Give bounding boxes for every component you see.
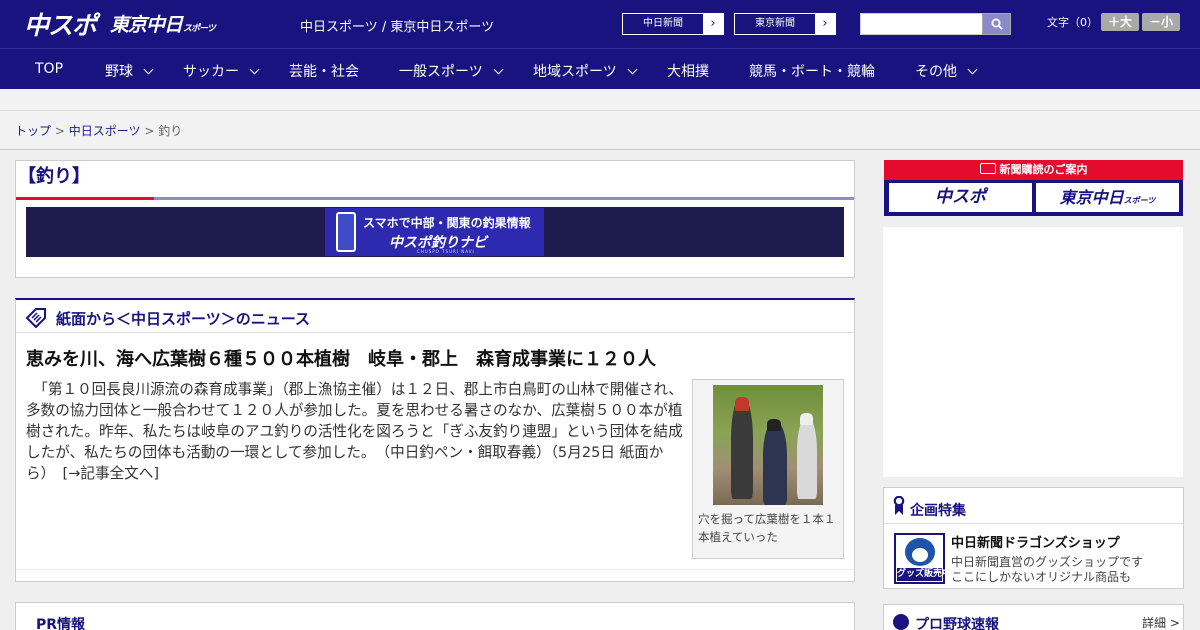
text-size-label: 文字（0） — [1047, 16, 1098, 29]
nav-label: 競馬・ボート・競輪 — [749, 64, 875, 80]
baseball-scores-panel: プロ野球速報 詳細 > — [883, 604, 1184, 630]
subscription-header: 新聞購読のご案内 — [884, 160, 1183, 180]
page-title: 【釣り】 — [18, 166, 90, 187]
baseball-icon — [893, 614, 909, 630]
dragons-shop-thumbnail[interactable]: グッズ販売中 — [894, 533, 952, 584]
mascot-icon — [905, 538, 935, 566]
news-panel-header: 紙面から＜中日スポーツ＞のニュース — [16, 300, 854, 333]
nav-item-entertainment[interactable]: 芸能・社会 — [289, 61, 359, 81]
main-nav: TOP 野球 サッカー 芸能・社会 一般スポーツ 地域スポーツ 大相撲 競馬・ボ… — [0, 48, 1200, 89]
tokyo-sub-suffix: スポーツ — [1123, 196, 1156, 205]
chevron-down-icon — [493, 64, 504, 75]
nav-item-baseball[interactable]: 野球 — [105, 61, 154, 81]
banner-tagline: スマホで中部・関東の釣果情報 — [363, 216, 531, 230]
breadcrumb-current: 釣り — [158, 124, 183, 138]
tsuri-navi-banner[interactable]: スマホで中部・関東の釣果情報 中スポ釣りナビ CHUSPO TSURI NAVI — [26, 207, 844, 257]
nav-label: TOP — [35, 61, 64, 77]
text-size-decrease-button[interactable]: －小 — [1142, 13, 1180, 31]
sidebar-ad-slot[interactable] — [883, 227, 1183, 477]
site-header: 中スポ 東京中日スポーツ 中日スポーツ / 東京中日スポーツ 中日新聞 › 東京… — [0, 0, 1200, 48]
baseball-details-link[interactable]: 詳細 > — [1142, 614, 1180, 630]
chevron-right-icon: › — [710, 16, 716, 31]
pr-heading: PR情報 — [36, 617, 86, 630]
news-panel: 紙面から＜中日スポーツ＞のニュース 恵みを川、海へ広葉樹６種５００本植樹 岐阜・… — [15, 298, 855, 582]
article-title-link[interactable]: 恵みを川、海へ広葉樹６種５００本植樹 岐阜・郡上 森育成事業に１２０人 — [26, 345, 656, 371]
feature-heading: 企画特集 — [910, 503, 966, 519]
breadcrumb-separator: > — [54, 124, 65, 138]
nav-item-racing[interactable]: 競馬・ボート・競輪 — [749, 61, 875, 81]
tokyo-logo-main: 東京中日 — [110, 14, 183, 36]
tag-icon — [25, 308, 46, 328]
banner-romaji: CHUSPO TSURI NAVI — [417, 249, 475, 254]
breadcrumb-separator: > — [144, 124, 155, 138]
ribbon-icon — [893, 496, 905, 515]
read-more-link[interactable]: [→記事全文へ] — [63, 465, 160, 482]
feature-panel: 企画特集 グッズ販売中 中日新聞ドラゴンズショップ 中日新聞直営のグッズショップ… — [883, 487, 1184, 589]
nav-item-soccer[interactable]: サッカー — [183, 61, 260, 81]
ad-band — [0, 89, 1200, 111]
chevron-down-icon — [249, 64, 260, 75]
nav-label: その他 — [915, 64, 957, 80]
tokyo-logo-sub: スポーツ — [183, 24, 216, 34]
thumbnail-label: グッズ販売中 — [897, 568, 952, 581]
site-name: 中日スポーツ / 東京中日スポーツ — [300, 20, 495, 35]
category-title-panel: 【釣り】 スマホで中部・関東の釣果情報 中スポ釣りナビ CHUSPO TSURI… — [15, 160, 855, 278]
tokyo-sub-main: 東京中日 — [1059, 188, 1124, 207]
nav-item-other[interactable]: その他 — [915, 61, 978, 81]
nav-label: 地域スポーツ — [533, 64, 617, 80]
nav-item-sumo[interactable]: 大相撲 — [667, 61, 709, 81]
chevron-down-icon — [967, 64, 978, 75]
subscription-heading: 新聞購読のご案内 — [999, 163, 1088, 176]
subscribe-chusupo-button[interactable]: 中スポ — [889, 183, 1032, 212]
baseball-heading: プロ野球速報 — [915, 617, 999, 630]
banner-content: スマホで中部・関東の釣果情報 中スポ釣りナビ CHUSPO TSURI NAVI — [325, 208, 544, 256]
search-button[interactable] — [982, 13, 1011, 35]
photo-caption: 穴を掘って広葉樹を１本１本植えていった — [698, 512, 836, 544]
pr-panel: PR情報 — [15, 602, 855, 630]
nav-item-local-sports[interactable]: 地域スポーツ — [533, 61, 638, 81]
dragons-shop-link[interactable]: 中日新聞ドラゴンズショップ — [951, 532, 1120, 551]
news-divider — [16, 569, 854, 570]
chunichi-link-label: 中日新聞 — [623, 14, 703, 34]
tokyo-link-label: 東京新聞 — [735, 14, 815, 34]
breadcrumb-home-link[interactable]: トップ — [15, 124, 51, 138]
shop-description: ここにしかないオリジナル商品も — [951, 570, 1132, 584]
chevron-down-icon — [143, 64, 154, 75]
breadcrumb-section-link[interactable]: 中日スポーツ — [69, 124, 141, 138]
newspaper-icon — [979, 163, 996, 174]
chevron-right-icon: › — [822, 16, 828, 31]
tokyo-chunichi-logo[interactable]: 東京中日スポーツ — [110, 10, 216, 37]
nav-label: サッカー — [183, 64, 239, 80]
chunichi-shimbun-link[interactable]: 中日新聞 › — [622, 13, 724, 35]
article-photo[interactable] — [713, 385, 823, 505]
news-heading: 紙面から＜中日スポーツ＞のニュース — [56, 310, 310, 328]
chusupo-logo[interactable]: 中スポ — [24, 6, 97, 42]
nav-item-general-sports[interactable]: 一般スポーツ — [399, 61, 504, 81]
subscribe-tokyo-chunichi-button[interactable]: 東京中日スポーツ — [1036, 183, 1179, 212]
nav-label: 野球 — [105, 64, 133, 80]
title-underline — [16, 197, 854, 200]
title-underline-accent — [16, 197, 154, 200]
chevron-down-icon — [627, 64, 638, 75]
subscription-box: 新聞購読のご案内 中スポ 東京中日スポーツ — [884, 160, 1183, 216]
nav-item-top[interactable]: TOP — [35, 61, 63, 77]
tokyo-shimbun-link[interactable]: 東京新聞 › — [734, 13, 836, 35]
article-summary: 「第１０回長良川源流の森育成事業」（郡上漁協主催）は１２日、郡上市白鳥町の山林で… — [26, 379, 684, 484]
nav-label: 一般スポーツ — [399, 64, 483, 80]
text-size-increase-button[interactable]: ＋大 — [1101, 13, 1139, 31]
feature-panel-header: 企画特集 — [884, 488, 1183, 524]
article-photo-box: 穴を掘って広葉樹を１本１本植えていった — [692, 379, 844, 559]
nav-label: 大相撲 — [667, 64, 709, 80]
nav-label: 芸能・社会 — [289, 64, 359, 80]
search-input[interactable] — [860, 13, 984, 35]
search-icon — [991, 18, 1003, 30]
breadcrumb: トップ > 中日スポーツ > 釣り — [0, 111, 1200, 150]
smartphone-icon — [336, 212, 356, 252]
